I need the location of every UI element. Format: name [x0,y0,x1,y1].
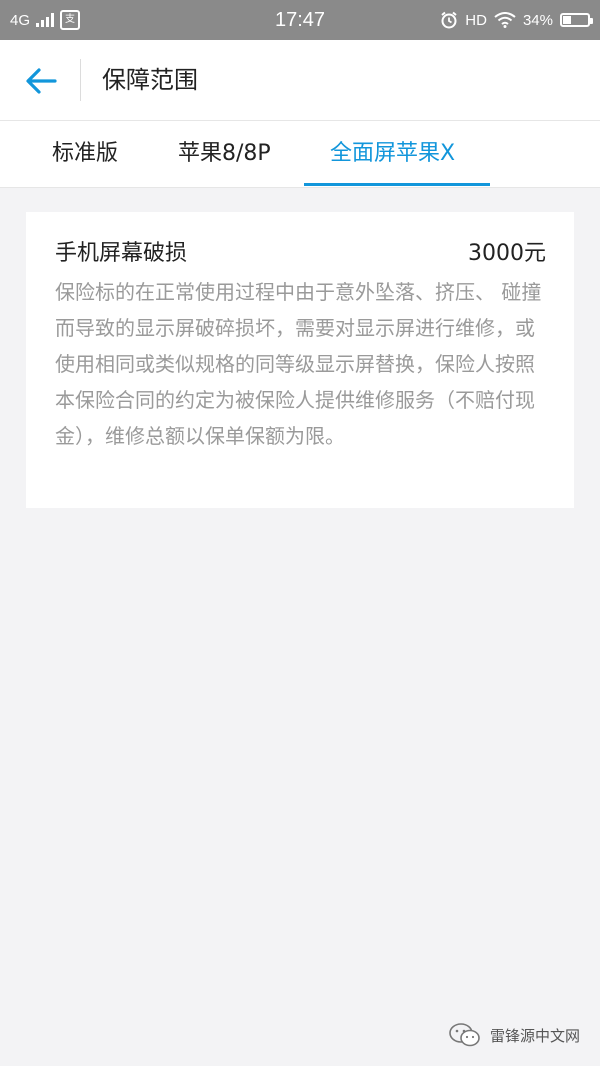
tab-iphone8[interactable]: 苹果8/8P [178,121,271,187]
coverage-amount: 3000元 [468,241,546,266]
page-title: 保障范围 [102,66,198,94]
back-button[interactable] [18,58,64,104]
active-tab-indicator [304,183,490,186]
coverage-title: 手机屏幕破损 [55,241,188,266]
battery-icon [560,13,593,27]
status-right: HD 34% [440,0,593,40]
wechat-icon [449,1023,480,1047]
watermark: 雷锋源中文网 [448,1022,580,1048]
watermark-text: 雷锋源中文网 [489,1026,580,1045]
alarm-icon [441,11,457,29]
coverage-header: 手机屏幕破损 3000元 [55,234,546,268]
wifi-icon [494,12,516,28]
tab-iphonex[interactable]: 全面屏苹果X [330,121,455,187]
tab-standard[interactable]: 标准版 [52,121,118,187]
status-bar: 4G 支 17:47 HD 34% [0,0,600,40]
app-header: 保障范围 [0,40,600,121]
coverage-card: 手机屏幕破损 3000元 保险标的在正常使用过程中由于意外坠落、挤压、 碰撞而导… [26,212,574,508]
hd-label: HD [465,11,487,29]
arrow-left-icon [26,68,57,94]
coverage-description: 保险标的在正常使用过程中由于意外坠落、挤压、 碰撞而导致的显示屏破碎损坏，需要对… [55,280,542,448]
header-divider [80,59,81,101]
battery-percent: 34% [522,11,553,29]
plan-tabs: 标准版 苹果8/8P 全面屏苹果X [0,121,600,188]
